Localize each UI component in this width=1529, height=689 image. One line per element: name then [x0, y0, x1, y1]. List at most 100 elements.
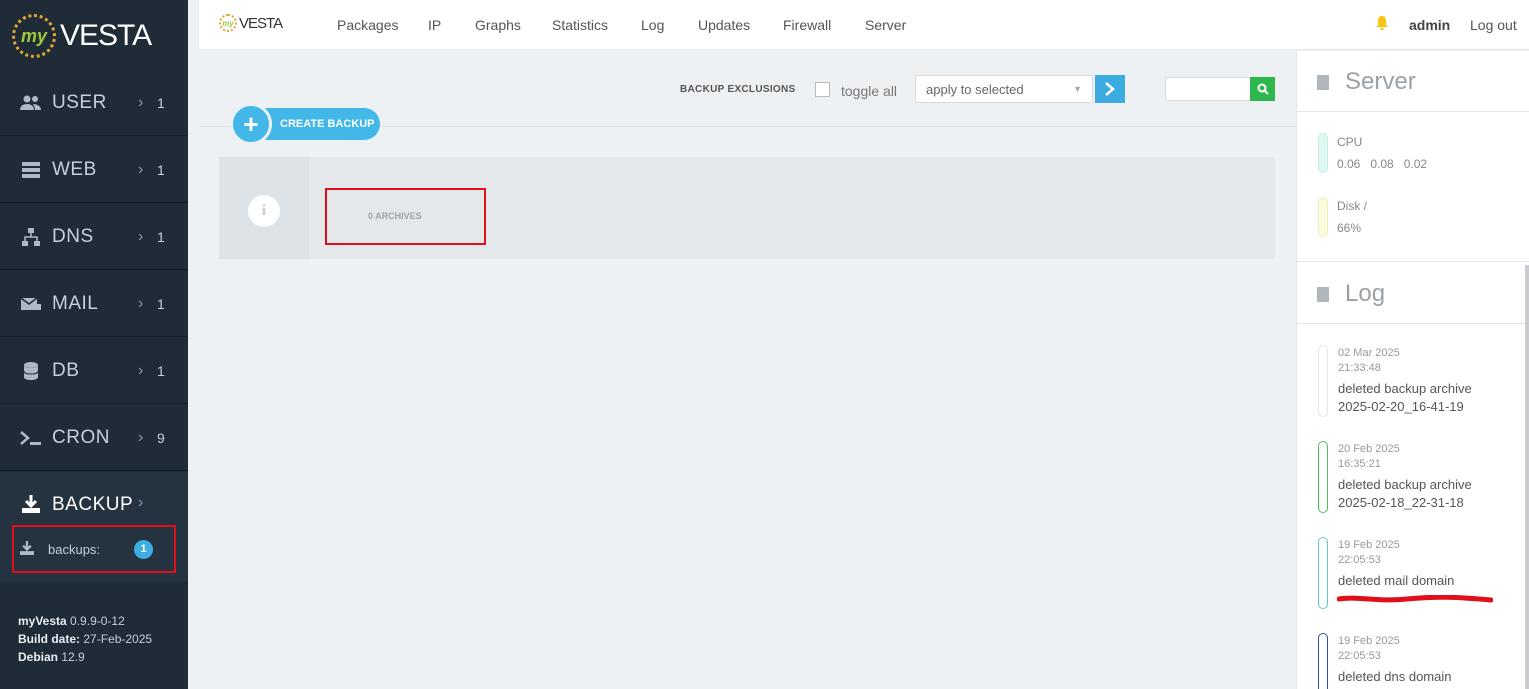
nav-ip[interactable]: IP	[428, 17, 441, 33]
chevron-right-icon	[1105, 82, 1115, 96]
archives-count: 0 ARCHIVES	[368, 211, 422, 221]
app-version: 0.9.9-0-12	[70, 614, 125, 628]
nav-server[interactable]: Server	[865, 17, 906, 33]
sidebar-item-mail[interactable]: MAIL › 1	[0, 271, 188, 337]
logout-link[interactable]: Log out	[1470, 17, 1517, 33]
sidebar-item-cron[interactable]: CRON › 9	[0, 405, 188, 471]
mail-icon	[18, 294, 44, 314]
nav-log[interactable]: Log	[641, 17, 664, 33]
sidebar-item-label: DB	[52, 359, 80, 381]
terminal-icon	[18, 428, 44, 448]
logo-text: VESTA	[239, 14, 283, 32]
toggle-all-label[interactable]: toggle all	[841, 83, 897, 99]
server-icon	[18, 160, 44, 180]
top-navigation: my VESTA Packages IP Graphs Statistics L…	[199, 0, 1529, 50]
search-icon	[1257, 83, 1269, 95]
info-icon: i	[248, 195, 280, 227]
sidebar-item-count: 1	[157, 362, 165, 379]
logo[interactable]: my VESTA	[0, 0, 188, 72]
server-section-title: Server	[1317, 68, 1416, 96]
document-icon	[1317, 286, 1329, 302]
log-entry-bar	[1318, 633, 1328, 689]
os-version: 12.9	[61, 650, 85, 664]
chevron-right-icon: ›	[138, 428, 144, 446]
sidebar-subitem-backups[interactable]: backups: 1	[12, 525, 176, 573]
version-info: myVesta 0.9.9-0-12 Build date: 27-Feb-20…	[18, 612, 152, 666]
bell-icon[interactable]	[1376, 16, 1388, 33]
log-entry-date: 20 Feb 2025 16:35:21	[1338, 443, 1400, 470]
logo-mark: my	[219, 14, 237, 32]
search-button[interactable]	[1250, 77, 1275, 101]
sidebar-item-label: USER	[52, 91, 107, 113]
chevron-right-icon: ›	[138, 494, 144, 511]
cpu-label: CPU	[1337, 135, 1363, 149]
toggle-all-checkbox[interactable]	[815, 82, 830, 97]
download-icon	[18, 494, 44, 514]
sidebar-item-label: BACKUP	[52, 494, 134, 515]
divider	[1297, 261, 1529, 262]
log-entry-date: 19 Feb 2025 22:05:53	[1338, 539, 1400, 566]
scrollbar[interactable]	[1525, 265, 1529, 689]
nav-packages[interactable]: Packages	[337, 17, 398, 33]
log-entry-bar	[1318, 537, 1328, 609]
header-logo[interactable]: my VESTA	[219, 14, 283, 32]
sidebar-item-label: MAIL	[52, 292, 99, 314]
os-label: Debian	[18, 650, 59, 664]
sidebar-item-label: DNS	[52, 225, 94, 247]
user-menu[interactable]: admin	[1409, 17, 1450, 33]
log-entry-message: deleted backup archive 2025-02-20_16-41-1…	[1338, 381, 1472, 414]
sidebar-item-dns[interactable]: DNS › 1	[0, 204, 188, 270]
logo-text: VESTA	[60, 19, 152, 52]
disk-bar	[1318, 197, 1328, 237]
document-icon	[1317, 74, 1329, 90]
sidebar-item-label: WEB	[52, 158, 97, 180]
search-input[interactable]	[1165, 77, 1251, 101]
log-entry-message: deleted backup archive 2025-02-18_22-31-1…	[1338, 477, 1472, 510]
logo-mark: my	[12, 14, 56, 58]
log-entry-date: 19 Feb 2025 22:05:53	[1338, 635, 1400, 662]
sidebar-item-count: 1	[157, 94, 165, 111]
caret-down-icon: ▼	[1073, 84, 1082, 94]
chevron-right-icon: ›	[138, 227, 144, 245]
chevron-right-icon: ›	[138, 294, 144, 312]
cpu-bar	[1318, 133, 1328, 173]
nav-graphs[interactable]: Graphs	[475, 17, 521, 33]
network-icon	[18, 227, 44, 247]
nav-firewall[interactable]: Firewall	[783, 17, 831, 33]
chevron-right-icon: ›	[138, 160, 144, 178]
cpu-values: 0.06 0.08 0.02	[1337, 157, 1428, 171]
log-entry-message: deleted dns domain	[1338, 669, 1452, 684]
divider	[1297, 323, 1529, 324]
nav-statistics[interactable]: Statistics	[552, 17, 608, 33]
sidebar-subitem-label: backups:	[48, 541, 101, 557]
sidebar-item-user[interactable]: USER › 1	[0, 70, 188, 136]
database-icon	[18, 361, 44, 381]
card-left-pane: i	[219, 157, 309, 259]
sidebar-item-count: 1	[157, 228, 165, 245]
server-title: Server	[1345, 68, 1416, 95]
log-entry-message: deleted mail domain	[1338, 573, 1455, 588]
chevron-right-icon: ›	[138, 93, 144, 111]
build-date: 27-Feb-2025	[83, 632, 153, 646]
log-entry-bar	[1318, 441, 1328, 513]
bulk-action-value: apply to selected	[926, 82, 1024, 97]
sidebar-item-count: 9	[157, 429, 165, 446]
sidebar-item-web[interactable]: WEB › 1	[0, 137, 188, 203]
bulk-action-select[interactable]: apply to selected ▼	[915, 75, 1093, 103]
toolbar: CREATE BACKUP + BACKUP EXCLUSIONS toggle…	[199, 51, 1296, 145]
build-label: Build date:	[18, 632, 80, 646]
nav-updates[interactable]: Updates	[698, 17, 750, 33]
count-badge: 1	[134, 539, 153, 559]
log-entry-bar	[1318, 345, 1328, 417]
backup-exclusions-link[interactable]: BACKUP EXCLUSIONS	[680, 84, 796, 95]
apply-button[interactable]	[1095, 75, 1125, 103]
download-icon	[20, 540, 36, 558]
sidebar-item-label: CRON	[52, 426, 110, 448]
chevron-right-icon: ›	[138, 361, 144, 379]
user-icon	[18, 93, 44, 113]
sidebar-item-db[interactable]: DB › 1	[0, 338, 188, 404]
log-section-title: Log	[1317, 280, 1385, 308]
app-name: myVesta	[18, 614, 67, 628]
plus-icon[interactable]: +	[230, 103, 272, 145]
sidebar-item-count: 1	[157, 295, 165, 312]
